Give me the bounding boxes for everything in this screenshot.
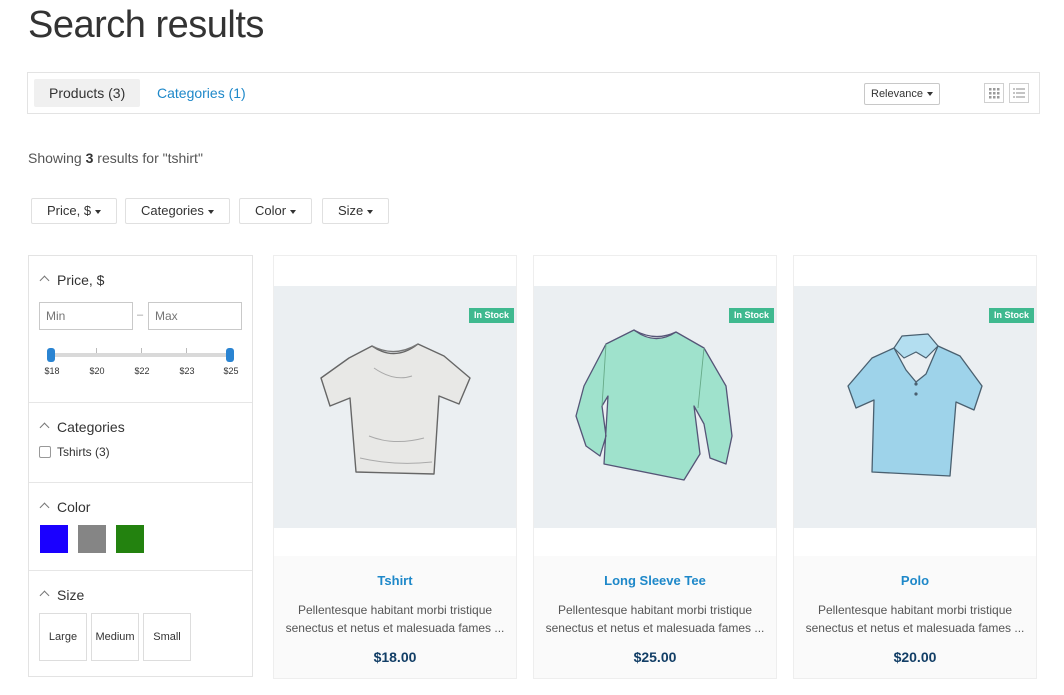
checkbox[interactable]	[39, 446, 51, 458]
size-filter-section: Size Large Medium Small	[29, 571, 252, 676]
slider-label: $20	[89, 366, 105, 376]
chevron-up-icon	[39, 275, 50, 286]
size-option-medium[interactable]: Medium	[91, 613, 139, 661]
caret-down-icon	[95, 209, 102, 214]
color-swatch-blue[interactable]	[40, 525, 68, 553]
stock-badge: In Stock	[728, 308, 774, 323]
results-tab-bar: Products (3) Categories (1) Relevance	[27, 72, 1040, 114]
product-card-tshirt: In Stock Tshirt Pellentesque habitant mo…	[273, 255, 517, 679]
price-slider-min-handle[interactable]	[47, 348, 55, 362]
product-info: Long Sleeve Tee Pellentesque habitant mo…	[534, 556, 776, 678]
product-price: $25.00	[633, 649, 677, 665]
chevron-up-icon	[39, 422, 50, 433]
product-title[interactable]: Tshirt	[274, 573, 516, 588]
filter-categories-button[interactable]: Categories	[125, 198, 230, 224]
slider-tick	[96, 348, 97, 353]
color-filter-toggle[interactable]: Color	[39, 499, 90, 515]
product-info: Polo Pellentesque habitant morbi tristiq…	[794, 556, 1036, 678]
list-icon	[1013, 88, 1025, 98]
slider-tick	[141, 348, 142, 353]
color-filter-section: Color	[29, 483, 252, 571]
sort-select-label: Relevance	[871, 88, 923, 100]
stock-badge: In Stock	[468, 308, 514, 323]
caret-down-icon	[207, 209, 214, 214]
product-description: Pellentesque habitant morbi tristique se…	[805, 603, 1025, 635]
product-price: $20.00	[893, 649, 937, 665]
filter-color-button[interactable]: Color	[239, 198, 313, 224]
slider-tick	[186, 348, 187, 353]
product-image[interactable]: In Stock	[534, 286, 776, 528]
price-slider-max-handle[interactable]	[226, 348, 234, 362]
color-swatch-green[interactable]	[116, 525, 144, 553]
price-max-input[interactable]	[148, 302, 242, 330]
slider-label: $23	[179, 366, 195, 376]
grid-view-button[interactable]	[984, 83, 1004, 103]
size-filter-toggle[interactable]: Size	[39, 587, 84, 603]
product-card-long-sleeve-tee: In Stock Long Sleeve Tee Pellentesque ha…	[533, 255, 777, 679]
categories-filter-toggle[interactable]: Categories	[39, 419, 125, 435]
sort-select[interactable]: Relevance	[864, 83, 940, 105]
product-price: $18.00	[373, 649, 417, 665]
slider-label: $22	[134, 366, 150, 376]
slider-label: $25	[223, 366, 239, 376]
grid-icon	[989, 88, 1000, 99]
list-view-button[interactable]	[1009, 83, 1029, 103]
product-image[interactable]: In Stock	[794, 286, 1036, 528]
caret-down-icon	[926, 92, 933, 97]
slider-label: $18	[44, 366, 60, 376]
product-title[interactable]: Polo	[794, 573, 1036, 588]
caret-down-icon	[290, 209, 297, 214]
product-image[interactable]: In Stock	[274, 286, 516, 528]
chevron-up-icon	[39, 590, 50, 601]
filter-size-button[interactable]: Size	[322, 198, 390, 224]
price-slider-track[interactable]	[51, 353, 231, 357]
results-summary: Showing 3 results for "tshirt"	[28, 150, 203, 166]
product-card-polo: In Stock Polo Pellentesque habitant morb…	[793, 255, 1037, 679]
product-description: Pellentesque habitant morbi tristique se…	[545, 603, 765, 635]
tab-products[interactable]: Products (3)	[34, 79, 141, 107]
filter-sidebar: Price, $ – $18 $20 $22 $23 $25 Categorie…	[28, 255, 253, 677]
caret-down-icon	[367, 209, 374, 214]
price-filter-section: Price, $ – $18 $20 $22 $23 $25	[29, 256, 252, 403]
product-info: Tshirt Pellentesque habitant morbi trist…	[274, 556, 516, 678]
category-checkbox-tshirts[interactable]: Tshirts (3)	[39, 445, 110, 459]
product-title[interactable]: Long Sleeve Tee	[534, 573, 776, 588]
stock-badge: In Stock	[988, 308, 1034, 323]
tab-categories[interactable]: Categories (1)	[142, 79, 261, 107]
size-option-large[interactable]: Large	[39, 613, 87, 661]
page-title: Search results	[28, 4, 264, 46]
price-range-dash: –	[137, 309, 144, 321]
categories-filter-section: Categories Tshirts (3)	[29, 403, 252, 483]
size-option-small[interactable]: Small	[143, 613, 191, 661]
filter-price-button[interactable]: Price, $	[31, 198, 118, 224]
product-description: Pellentesque habitant morbi tristique se…	[285, 603, 505, 635]
price-min-input[interactable]	[39, 302, 133, 330]
chevron-up-icon	[39, 502, 50, 513]
price-filter-toggle[interactable]: Price, $	[39, 272, 104, 288]
color-swatch-gray[interactable]	[78, 525, 106, 553]
